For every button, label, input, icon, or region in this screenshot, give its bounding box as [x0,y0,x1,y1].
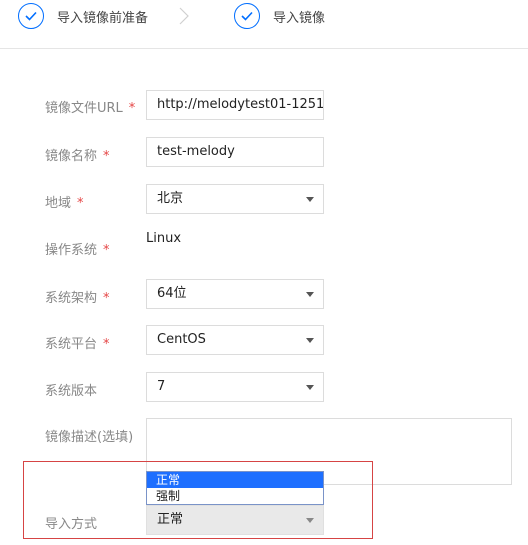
name-label: 镜像名称 * [45,149,110,164]
platform-label: 系统平台 * [45,337,110,352]
caret-down-icon [306,338,314,343]
step-indicator: 导入镜像前准备 导入镜像 [0,0,528,49]
arch-value: 64位 [157,286,187,301]
import-mode-dropdown: 正常 强制 [146,471,324,505]
os-value: Linux [146,231,182,246]
version-select[interactable]: 7 [146,372,324,402]
name-input[interactable]: test-melody [146,137,324,167]
version-value: 7 [157,379,166,394]
region-label: 地域 * [45,196,84,211]
platform-select[interactable]: CentOS [146,325,324,355]
platform-value: CentOS [157,332,206,347]
chevron-right-icon [179,7,189,25]
step-import-label: 导入镜像 [273,10,326,26]
dropdown-option-normal[interactable]: 正常 [147,472,323,488]
caret-down-icon [306,197,314,202]
check-icon [18,3,44,29]
import-mode-select[interactable]: 正常 [146,505,324,535]
caret-down-icon [306,518,314,523]
caret-down-icon [306,385,314,390]
import-mode-label: 导入方式 [45,517,98,532]
description-label: 镜像描述(选填) [45,430,134,445]
check-icon [234,3,260,29]
step-prepare: 导入镜像前准备 [18,0,148,32]
dropdown-option-force[interactable]: 强制 [147,488,323,504]
step-import: 导入镜像 [234,0,325,32]
caret-down-icon [306,292,314,297]
version-label: 系统版本 [45,384,98,399]
step-prepare-label: 导入镜像前准备 [57,10,149,26]
region-select[interactable]: 北京 [146,184,324,214]
arch-label: 系统架构 * [45,291,110,306]
region-value: 北京 [157,191,184,206]
url-input[interactable]: http://melodytest01-1251762 [146,90,324,120]
url-label: 镜像文件URL * [45,101,136,116]
import-mode-value: 正常 [157,512,184,527]
arch-select[interactable]: 64位 [146,279,324,309]
os-label: 操作系统 * [45,243,110,258]
